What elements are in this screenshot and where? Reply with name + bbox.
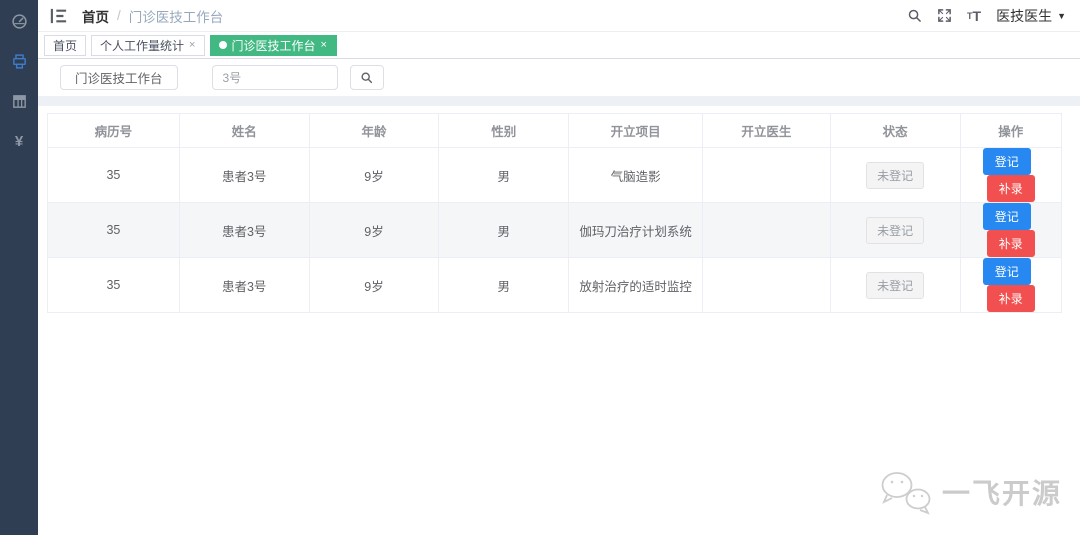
cell-status: 未登记: [829, 257, 961, 313]
col-item: 开立项目: [568, 113, 703, 148]
patients-table: 病历号 姓名 年龄 性别 开立项目 开立医生 状态 操作 35 患者3号 9岁 …: [47, 113, 1063, 313]
dashboard-icon[interactable]: [0, 9, 38, 33]
col-actions: 操作: [959, 113, 1063, 148]
hamburger-icon[interactable]: [50, 8, 68, 24]
yuan-icon[interactable]: ¥: [0, 129, 38, 153]
magnifier-icon: [361, 72, 373, 84]
workstation-title-button[interactable]: 门诊医技工作台: [60, 65, 178, 90]
cell-name: 患者3号: [178, 147, 310, 203]
status-badge: 未登记: [866, 216, 925, 244]
cell-item: 伽玛刀治疗计划系统: [568, 202, 703, 258]
cell-status: 未登记: [829, 147, 961, 203]
register-button[interactable]: 登记: [982, 258, 1031, 285]
sidebar: ¥: [0, 0, 38, 535]
breadcrumb-home[interactable]: 首页: [82, 6, 109, 26]
user-name: 医技医生: [996, 7, 1053, 24]
search-icon[interactable]: [907, 8, 922, 23]
font-size-icon[interactable]: TT: [967, 8, 981, 24]
table-row: 35 患者3号 9岁 男 放射治疗的适时监控 未登记 登记 补录: [47, 257, 1063, 313]
table-header-row: 病历号 姓名 年龄 性别 开立项目 开立医生 状态 操作: [47, 113, 1063, 148]
cell-record-no: 35: [47, 202, 180, 258]
content-area: 病历号 姓名 年龄 性别 开立项目 开立医生 状态 操作 35 患者3号 9岁 …: [38, 106, 1080, 535]
cell-age: 9岁: [308, 202, 440, 258]
cell-name: 患者3号: [178, 257, 310, 313]
breadcrumb-separator: /: [117, 8, 121, 23]
cell-actions: 登记 补录: [959, 257, 1063, 313]
tab-outpatient-workstation[interactable]: 门诊医技工作台 ×: [210, 34, 337, 56]
printer-icon[interactable]: [0, 49, 38, 73]
caret-down-icon: ▼: [1057, 10, 1066, 21]
navbar-right: TT 医技医生 ▼: [907, 6, 1066, 26]
status-badge: 未登记: [866, 161, 925, 189]
search-button[interactable]: [349, 65, 384, 90]
cell-record-no: 35: [47, 147, 180, 203]
col-name: 姓名: [178, 113, 310, 148]
tab-label: 首页: [53, 38, 78, 53]
tab-close-icon[interactable]: ×: [188, 39, 196, 51]
tab-label: 门诊医技工作台: [231, 38, 316, 53]
user-dropdown[interactable]: 医技医生 ▼: [996, 6, 1066, 26]
cell-age: 9岁: [308, 257, 440, 313]
status-badge: 未登记: [866, 271, 925, 299]
table-icon[interactable]: [0, 89, 38, 113]
patients-table-wrap: 病历号 姓名 年龄 性别 开立项目 开立医生 状态 操作 35 患者3号 9岁 …: [47, 113, 1063, 313]
register-button[interactable]: 登记: [982, 148, 1031, 175]
register-button[interactable]: 登记: [982, 203, 1031, 230]
cell-gender: 男: [438, 202, 570, 258]
col-status: 状态: [829, 113, 961, 148]
table-row: 35 患者3号 9岁 男 气脑造影 未登记 登记 补录: [47, 147, 1063, 203]
yuan-glyph: ¥: [14, 132, 24, 150]
cell-record-no: 35: [47, 257, 180, 313]
cell-status: 未登记: [829, 202, 961, 258]
cell-doctor: [702, 257, 831, 313]
table-row: 35 患者3号 9岁 男 伽玛刀治疗计划系统 未登记 登记 补录: [47, 202, 1063, 258]
tab-home[interactable]: 首页: [44, 34, 87, 56]
supplement-button[interactable]: 补录: [986, 285, 1035, 312]
cell-item: 放射治疗的适时监控: [568, 257, 703, 313]
tab-label: 个人工作量统计: [100, 38, 185, 53]
supplement-button[interactable]: 补录: [986, 230, 1035, 257]
cell-gender: 男: [438, 147, 570, 203]
toolbar: 门诊医技工作台: [38, 59, 1080, 96]
col-age: 年龄: [308, 113, 440, 148]
cell-gender: 男: [438, 257, 570, 313]
app-root: ¥ 首页 / 门诊医技工作台 T T 医技医生 ▼ 首页 个人工作量统计 × 门…: [0, 0, 1080, 535]
cell-age: 9岁: [308, 147, 440, 203]
tab-personal-workload[interactable]: 个人工作量统计 ×: [91, 34, 206, 56]
cell-actions: 登记 补录: [959, 147, 1063, 203]
supplement-button[interactable]: 补录: [986, 175, 1035, 202]
tab-close-icon[interactable]: ×: [319, 39, 327, 51]
tabs-bar: 首页 个人工作量统计 × 门诊医技工作台 ×: [38, 32, 1080, 59]
breadcrumb-current: 门诊医技工作台: [128, 9, 224, 25]
cell-actions: 登记 补录: [959, 202, 1063, 258]
cell-doctor: [702, 147, 831, 203]
navbar: 首页 / 门诊医技工作台 TT 医技医生 ▼: [38, 0, 1080, 32]
fullscreen-icon[interactable]: [937, 8, 952, 23]
search-input[interactable]: [211, 65, 338, 90]
active-dot-icon: [219, 41, 228, 49]
cell-name: 患者3号: [178, 202, 310, 258]
col-doctor: 开立医生: [702, 113, 831, 148]
cell-doctor: [702, 202, 831, 258]
breadcrumb: 首页 / 门诊医技工作台: [82, 6, 223, 26]
cell-item: 气脑造影: [568, 147, 703, 203]
main-area: 首页 / 门诊医技工作台 TT 医技医生 ▼ 首页 个人工作量统计 × 门诊医技…: [38, 0, 1080, 535]
col-record-no: 病历号: [47, 113, 180, 148]
col-gender: 性别: [438, 113, 570, 148]
font-size-big-t: T: [972, 7, 982, 24]
divider-strip: [38, 96, 1080, 106]
